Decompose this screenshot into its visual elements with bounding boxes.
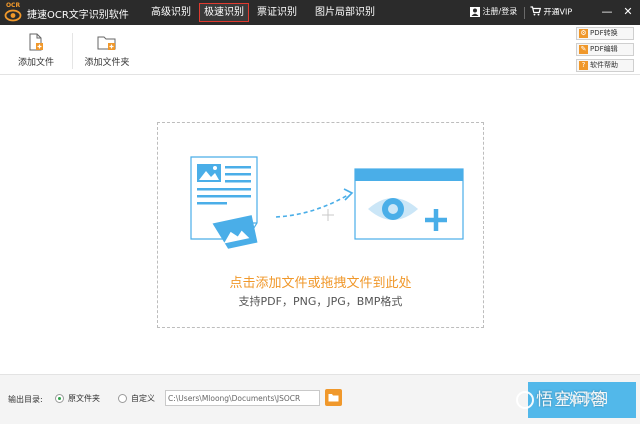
drop-sub-text: 支持PDF，PNG，JPG，BMP格式 bbox=[238, 295, 403, 308]
add-folder-icon bbox=[96, 32, 118, 52]
title-bar: OCR 捷速OCR文字识别软件 高级识别 极速识别 票证识别 图片局部识别 注册… bbox=[0, 0, 640, 25]
add-file-button[interactable]: 添加文件 bbox=[14, 30, 58, 68]
pdf-edit-label: PDF编辑 bbox=[590, 45, 618, 53]
title-separator bbox=[524, 7, 525, 19]
add-file-icon bbox=[26, 32, 46, 52]
vip-link[interactable]: 开通VIP bbox=[530, 6, 572, 18]
output-directory-label: 输出目录: bbox=[8, 395, 43, 404]
pdf-convert-button[interactable]: ⚙ PDF转换 bbox=[576, 27, 634, 40]
toolbar-separator bbox=[72, 33, 73, 69]
add-file-label: 添加文件 bbox=[17, 58, 54, 68]
document-icon bbox=[190, 156, 258, 249]
app-title: 捷速OCR文字识别软件 bbox=[27, 10, 129, 21]
close-button[interactable]: ✕ bbox=[621, 4, 635, 20]
radio-original-folder[interactable] bbox=[55, 394, 64, 403]
minimize-button[interactable]: — bbox=[600, 4, 614, 20]
watermark-text: 悟空问答 bbox=[536, 390, 608, 410]
output-path-input[interactable] bbox=[165, 390, 320, 406]
preview-window-icon bbox=[354, 168, 464, 240]
software-help-button[interactable]: ? 软件帮助 bbox=[576, 59, 634, 72]
browse-folder-button[interactable] bbox=[325, 389, 342, 406]
folder-icon bbox=[328, 394, 339, 402]
tab-partial-image-recognition[interactable]: 图片局部识别 bbox=[307, 3, 383, 22]
add-folder-label: 添加文件夹 bbox=[84, 58, 130, 68]
original-folder-label[interactable]: 原文件夹 bbox=[68, 393, 100, 404]
watermark: 悟空问答 bbox=[516, 383, 640, 417]
cart-icon bbox=[530, 6, 542, 18]
toolbar: 添加文件 添加文件夹 ⚙ PDF转换 ✎ PDF编辑 ? 软件帮助 bbox=[0, 25, 640, 75]
login-link[interactable]: 注册/登录 bbox=[470, 6, 517, 17]
pencil-icon: ✎ bbox=[579, 44, 588, 54]
add-folder-button[interactable]: 添加文件夹 bbox=[82, 30, 132, 68]
drop-illustration bbox=[190, 156, 464, 249]
drop-main-text: 点击添加文件或拖拽文件到此处 bbox=[229, 276, 412, 291]
dashed-arrow bbox=[275, 194, 349, 218]
bottom-bar: 输出目录: 原文件夹 自定义 开始识别 悟空问答 bbox=[0, 374, 640, 424]
pdf-edit-button[interactable]: ✎ PDF编辑 bbox=[576, 43, 634, 56]
user-icon bbox=[470, 6, 480, 17]
custom-label[interactable]: 自定义 bbox=[131, 393, 155, 404]
vip-label: 开通VIP bbox=[543, 7, 573, 17]
tab-ticket-recognition[interactable]: 票证识别 bbox=[251, 3, 303, 22]
logo-text: OCR bbox=[5, 2, 21, 9]
tab-fast-recognition[interactable]: 极速识别 bbox=[199, 3, 249, 22]
wukong-logo-icon bbox=[516, 391, 534, 409]
question-icon: ? bbox=[579, 60, 588, 70]
tab-advanced-recognition[interactable]: 高级识别 bbox=[145, 3, 197, 22]
file-drop-zone[interactable]: 点击添加文件或拖拽文件到此处 支持PDF，PNG，JPG，BMP格式 bbox=[157, 122, 484, 328]
pdf-convert-label: PDF转换 bbox=[590, 29, 618, 37]
login-label: 注册/登录 bbox=[482, 7, 518, 16]
gear-icon: ⚙ bbox=[579, 28, 588, 38]
ocr-logo-icon: OCR bbox=[4, 2, 22, 23]
radio-custom[interactable] bbox=[118, 394, 127, 403]
software-help-label: 软件帮助 bbox=[590, 61, 618, 69]
